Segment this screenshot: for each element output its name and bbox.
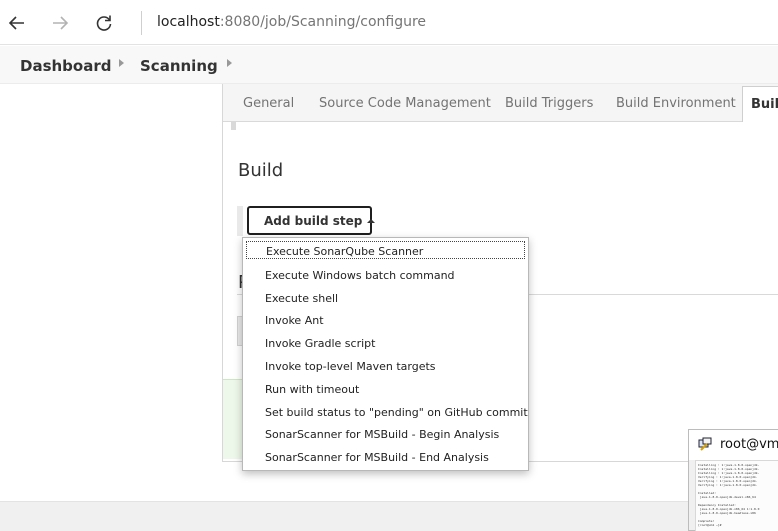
forward-button[interactable]: [45, 8, 75, 38]
config-tabs: General Source Code Management Build Tri…: [223, 84, 778, 122]
back-arrow-icon: [8, 16, 24, 30]
menu-item-msbuild-end[interactable]: SonarScanner for MSBuild - End Analysis: [243, 446, 528, 469]
breadcrumb-dashboard[interactable]: Dashboard: [20, 57, 111, 75]
build-step-menu: Execute SonarQube Scanner Execute Window…: [242, 237, 529, 471]
address-divider: [141, 11, 142, 35]
tab-source-code-management[interactable]: Source Code Management: [319, 96, 491, 111]
menu-item-execute-shell[interactable]: Execute shell: [243, 287, 528, 310]
menu-item-msbuild-begin[interactable]: SonarScanner for MSBuild - Begin Analysi…: [243, 423, 528, 446]
refresh-button[interactable]: [89, 8, 119, 38]
breadcrumb-chevron-icon[interactable]: [119, 59, 124, 67]
breadcrumb-scanning[interactable]: Scanning: [140, 57, 218, 75]
tab-general[interactable]: General: [243, 96, 294, 111]
url-host: localhost: [157, 14, 220, 30]
putty-icon: [698, 437, 712, 451]
back-button[interactable]: [2, 8, 32, 38]
add-build-step-label: Add build step: [264, 214, 363, 228]
menu-item-github-pending[interactable]: Set build status to "pending" on GitHub …: [243, 401, 528, 424]
breadcrumb: Dashboard Scanning: [0, 46, 778, 84]
tab-build-environment[interactable]: Build Environment: [616, 96, 736, 111]
address-bar[interactable]: localhost:8080/job/Scanning/configure: [157, 14, 426, 30]
caret-up-icon: [367, 219, 376, 223]
tab-indicator: [231, 122, 236, 130]
menu-item-run-with-timeout[interactable]: Run with timeout: [243, 378, 528, 401]
terminal-output: Installing : 1:java-1.8.0-openjdk- Insta…: [695, 460, 778, 531]
refresh-icon: [96, 15, 112, 31]
page-footer: [0, 501, 778, 531]
build-step-area: [237, 206, 243, 236]
terminal-title: root@vm1:: [720, 437, 778, 452]
terminal-window[interactable]: root@vm1: Installing : 1:java-1.8.0-open…: [688, 429, 778, 531]
tab-build-triggers[interactable]: Build Triggers: [505, 96, 593, 111]
browser-toolbar: localhost:8080/job/Scanning/configure: [0, 0, 778, 45]
url-path: :8080/job/Scanning/configure: [219, 14, 427, 30]
menu-item-windows-batch[interactable]: Execute Windows batch command: [243, 264, 528, 287]
breadcrumb-chevron-icon[interactable]: [227, 59, 232, 67]
tab-build[interactable]: Build: [742, 86, 778, 122]
menu-item-invoke-ant[interactable]: Invoke Ant: [243, 309, 528, 332]
add-build-step-button[interactable]: Add build step: [247, 206, 376, 235]
menu-item-gradle[interactable]: Invoke Gradle script: [243, 332, 528, 355]
terminal-titlebar[interactable]: root@vm1:: [689, 430, 778, 460]
forward-arrow-icon: [53, 16, 69, 30]
section-title-build: Build: [238, 160, 284, 181]
menu-item-sonarqube-scanner[interactable]: Execute SonarQube Scanner: [246, 241, 525, 259]
menu-item-maven[interactable]: Invoke top-level Maven targets: [243, 355, 528, 378]
